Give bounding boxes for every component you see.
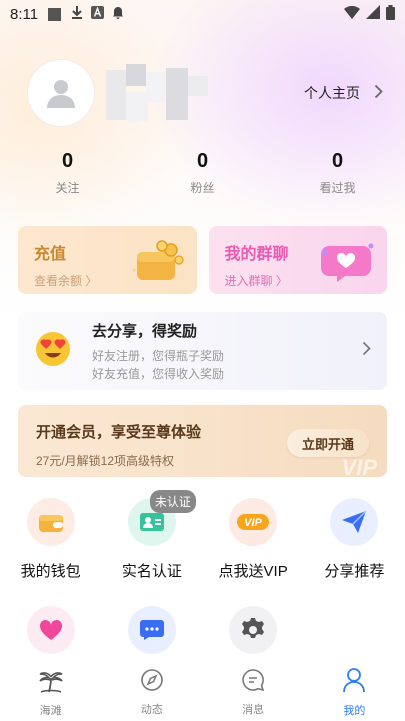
stat-label: 粉丝: [190, 181, 215, 195]
quick-cards: 充值 查看余额 〉 我的群聊 进入群聊 〉: [18, 226, 387, 294]
person-icon: [342, 667, 366, 698]
open-vip-button[interactable]: 立即开通: [287, 429, 369, 457]
compass-icon: [140, 668, 164, 697]
message-icon: [241, 668, 265, 697]
wifi-icon: [344, 5, 360, 23]
feature-grid-row2: [0, 606, 405, 654]
tab-messages[interactable]: 消息: [203, 664, 304, 721]
stat-label: 看过我: [319, 181, 356, 195]
grid-item-favorites[interactable]: [0, 606, 101, 654]
signal-icon: [366, 5, 380, 23]
tab-moments[interactable]: 动态: [101, 664, 202, 721]
font-a-icon: [91, 6, 105, 22]
heart-icon: [26, 606, 75, 654]
share-line-1: 好友注册，您得瓶子奖励: [92, 348, 225, 363]
vip-icon-text: VIP: [244, 517, 262, 529]
grid-label: 点我送VIP: [218, 563, 288, 580]
grid-label: 我的钱包: [20, 563, 81, 580]
bell-icon: [112, 6, 124, 22]
username-pixelated: [106, 62, 208, 124]
tab-label: 海滩: [39, 705, 62, 717]
app-notification-icon: [48, 7, 62, 21]
share-reward-card[interactable]: 去分享，得奖励 好友注册，您得瓶子奖励 好友充值，您得收入奖励: [18, 312, 387, 390]
stat-fans[interactable]: 0 粉丝: [135, 150, 270, 196]
palm-tree-icon: [38, 667, 64, 698]
bottom-tab-bar: 海滩 动态 消息 我的: [0, 664, 405, 721]
grid-item-share[interactable]: 分享推荐: [304, 498, 405, 581]
tab-label: 动态: [140, 704, 163, 716]
grid-item-wallet[interactable]: 我的钱包: [0, 498, 101, 581]
stat-value: 0: [61, 150, 74, 172]
stat-value: 0: [196, 150, 209, 172]
stats-row: 0 关注 0 粉丝 0 看过我: [0, 150, 405, 196]
settings-gear-icon: [229, 606, 278, 654]
chat-bubble-icon: [127, 606, 176, 654]
default-user-icon: [47, 80, 75, 108]
grid-label: 分享推荐: [324, 563, 385, 580]
recharge-card[interactable]: 充值 查看余额 〉: [18, 226, 197, 294]
vip-watermark: VIP: [341, 455, 377, 477]
wallet-icon: [26, 498, 75, 546]
grid-label: 实名认证: [121, 563, 182, 580]
grid-item-messages[interactable]: [101, 606, 202, 654]
chevron-right-icon: [374, 84, 383, 102]
tab-label: 我的: [343, 705, 366, 717]
profile-header: 个人主页: [28, 60, 383, 126]
grid-item-real-name[interactable]: 未认证 实名认证: [101, 490, 202, 581]
share-title: 去分享，得奖励: [92, 322, 198, 340]
grid-item-settings[interactable]: [203, 606, 304, 654]
battery-icon: [386, 4, 395, 24]
send-icon: [330, 498, 379, 546]
download-icon: [71, 6, 83, 22]
heart-chat-bubble-icon: [319, 240, 375, 289]
coin-wallet-icon: [131, 240, 185, 289]
homepage-label: 个人主页: [304, 85, 360, 101]
tab-label: 消息: [242, 704, 265, 716]
profile-homepage-link[interactable]: 个人主页: [304, 83, 383, 103]
status-time: 8:11: [10, 5, 39, 23]
chevron-right-icon: [362, 341, 371, 361]
stat-value: 0: [331, 150, 344, 172]
tab-beach[interactable]: 海滩: [0, 664, 101, 721]
vip-membership-card[interactable]: 开通会员，享受至尊体验 27元/月解锁12项高级特权 VIP 立即开通: [18, 405, 387, 477]
heart-eyes-emoji-icon: [34, 330, 72, 373]
stat-visitors[interactable]: 0 看过我: [270, 150, 405, 196]
unverified-badge: 未认证: [149, 490, 196, 513]
tab-mine[interactable]: 我的: [304, 664, 405, 721]
avatar[interactable]: [28, 60, 94, 126]
vip-icon: VIP: [229, 498, 278, 546]
grid-item-free-vip[interactable]: VIP 点我送VIP: [203, 498, 304, 581]
group-chat-card[interactable]: 我的群聊 进入群聊 〉: [208, 226, 387, 294]
status-bar: 8:11: [0, 0, 405, 28]
share-line-2: 好友充值，您得收入奖励: [92, 366, 225, 381]
stat-following[interactable]: 0 关注: [0, 150, 135, 196]
feature-grid: 我的钱包 未认证 实名认证 VIP 点我送VIP 分享推荐: [0, 490, 405, 581]
stat-label: 关注: [55, 181, 80, 195]
